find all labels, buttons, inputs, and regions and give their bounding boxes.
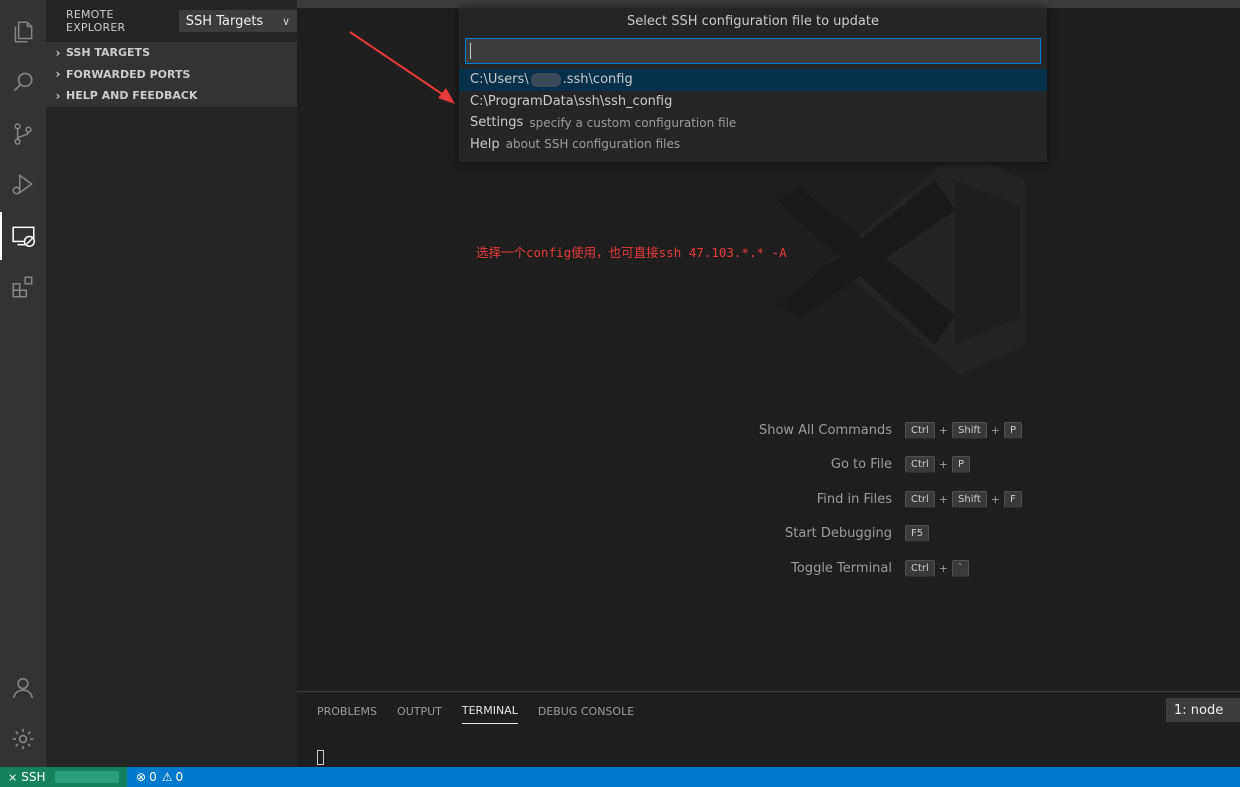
chevron-down-icon: ∨ — [281, 14, 290, 28]
vscode-watermark-logo — [778, 150, 1025, 375]
keybinding-key: P — [1003, 421, 1022, 439]
shortcut-label: Find in Files — [816, 491, 892, 507]
chevron-right-icon: › — [55, 45, 61, 60]
keybinding-key: Ctrl — [905, 490, 935, 508]
remote-label: SSH — [21, 770, 46, 784]
keybinding-key: Shift — [952, 421, 987, 439]
redacted-host — [55, 771, 119, 783]
shortcut-row: Start Debugging F5 — [690, 524, 1050, 544]
chevron-right-icon: › — [55, 88, 61, 103]
section-forwarded-ports[interactable]: › FORWARDED PORTS — [46, 64, 297, 86]
item-label: Settings — [470, 115, 524, 131]
activity-bar — [0, 0, 46, 767]
keybinding-key: Ctrl — [905, 559, 935, 577]
remote-target-select-value: SSH Targets — [185, 13, 264, 29]
quick-pick: Select SSH configuration file to update … — [459, 8, 1047, 162]
source-control-icon[interactable] — [0, 110, 46, 158]
annotation-arrow-icon — [349, 31, 455, 104]
item-label-suffix: .ssh\config — [562, 72, 633, 88]
section-help-feedback[interactable]: › HELP AND FEEDBACK — [46, 85, 297, 107]
quick-pick-item-help[interactable]: Help about SSH configuration files — [459, 134, 1047, 156]
sidebar-title: REMOTE EXPLORER — [66, 8, 126, 34]
quick-pick-item-user-config[interactable]: C:\Users\ .ssh\config — [459, 69, 1047, 91]
remote-explorer-icon[interactable] — [0, 212, 46, 260]
keybinding-key: ` — [952, 559, 970, 577]
item-description: specify a custom configuration file — [529, 115, 737, 130]
warning-count: 0 — [175, 770, 184, 784]
shortcut-label: Toggle Terminal — [791, 560, 892, 576]
gear-icon[interactable] — [0, 715, 46, 763]
shortcut-row: Show All Commands Ctrl + Shift + P — [690, 420, 1050, 440]
keybinding-key: F5 — [905, 525, 930, 542]
quick-pick-title: Select SSH configuration file to update — [627, 13, 879, 29]
problems-indicator[interactable]: ⊗ 0 ⚠ 0 — [136, 770, 183, 784]
files-icon[interactable] — [0, 8, 46, 56]
extensions-icon[interactable] — [0, 263, 46, 311]
quick-pick-list: C:\Users\ .ssh\config C:\ProgramData\ssh\… — [459, 69, 1047, 155]
shortcut-label: Go to File — [830, 457, 892, 472]
shortcut-row: Toggle Terminal Ctrl + ` — [690, 558, 1050, 578]
quick-pick-item-programdata-config[interactable]: C:\ProgramData\ssh\ssh_config — [459, 91, 1047, 113]
run-debug-icon[interactable] — [0, 160, 46, 208]
tab-problems[interactable]: PROBLEMS — [317, 702, 377, 724]
shortcut-row: Go to File Ctrl + P — [690, 455, 1050, 475]
section-label: SSH TARGETS — [66, 46, 150, 60]
keybinding-key: Ctrl — [905, 421, 935, 439]
tab-output[interactable]: OUTPUT — [397, 702, 442, 724]
keybinding-key: Shift — [952, 490, 987, 508]
sidebar-sections: › SSH TARGETS › FORWARDED PORTS › HELP A… — [46, 42, 297, 107]
sidebar: REMOTE EXPLORER SSH Targets ∨ › SSH TARG… — [46, 0, 297, 767]
bottom-panel: PROBLEMS OUTPUT TERMINAL DEBUG CONSOLE 1… — [297, 691, 1240, 767]
remote-icon: ⨯ — [8, 770, 18, 784]
shortcut-label: Show All Commands — [758, 422, 892, 438]
shortcut-row: Find in Files Ctrl + Shift + F — [690, 489, 1050, 509]
remote-target-select[interactable]: SSH Targets ∨ — [178, 10, 297, 32]
keybinding-key: Ctrl — [905, 456, 935, 473]
sidebar-header: REMOTE EXPLORER SSH Targets ∨ — [46, 0, 297, 42]
terminal-cursor[interactable] — [317, 750, 324, 765]
quick-pick-input[interactable] — [465, 38, 1041, 64]
keybinding-key: F — [1003, 490, 1022, 508]
error-count: 0 — [149, 770, 157, 784]
vscode-window: REMOTE EXPLORER SSH Targets ∨ › SSH TARG… — [0, 0, 1240, 787]
section-label: FORWARDED PORTS — [66, 67, 191, 81]
error-icon: ⊗ — [136, 770, 147, 784]
item-label-prefix: C:\Users\ — [470, 72, 529, 88]
tab-terminal[interactable]: TERMINAL — [461, 702, 518, 724]
annotation-text: 选择一个config使用，也可直接ssh 47.103.*.* -A — [476, 245, 787, 260]
remote-indicator[interactable]: ⨯ SSH — [0, 767, 127, 787]
panel-tabs: PROBLEMS OUTPUT TERMINAL DEBUG CONSOLE — [317, 702, 654, 724]
redacted-username — [530, 72, 561, 87]
tab-debug-console[interactable]: DEBUG CONSOLE — [538, 702, 634, 724]
search-icon[interactable] — [0, 58, 46, 106]
item-description: about SSH configuration files — [505, 137, 681, 152]
text-caret — [470, 43, 471, 59]
account-icon[interactable] — [0, 664, 46, 712]
chevron-right-icon: › — [55, 67, 61, 82]
terminal-select[interactable]: 1: node — [1166, 698, 1240, 722]
keybinding-key: P — [952, 456, 971, 473]
quick-pick-item-settings[interactable]: Settings specify a custom configuration … — [459, 112, 1047, 134]
status-bar: ⨯ SSH ⊗ 0 ⚠ 0 — [0, 767, 1240, 787]
warning-icon: ⚠ — [161, 770, 173, 784]
item-label: Help — [470, 136, 500, 152]
section-ssh-targets[interactable]: › SSH TARGETS — [46, 42, 297, 64]
section-label: HELP AND FEEDBACK — [66, 89, 198, 103]
shortcut-label: Start Debugging — [785, 526, 892, 541]
item-label: C:\ProgramData\ssh\ssh_config — [470, 93, 673, 109]
